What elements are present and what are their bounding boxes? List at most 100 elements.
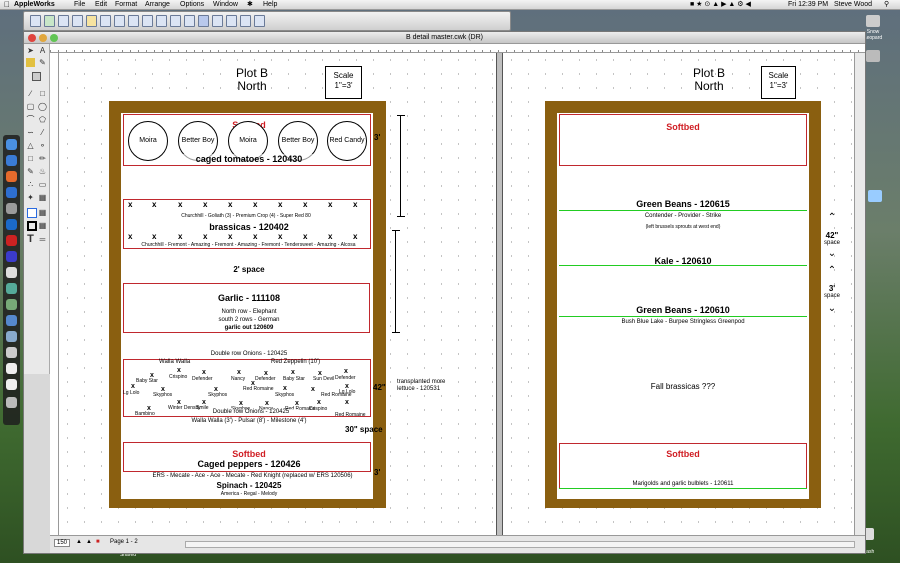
fill-color-icon[interactable] [27, 208, 37, 218]
polygon-tool-icon[interactable]: ⬠ [38, 115, 47, 124]
menu-window[interactable]: Window [213, 0, 238, 9]
clippings-icon[interactable] [240, 15, 251, 27]
appleworks-icon[interactable] [6, 251, 17, 262]
dimension-sub: space [823, 240, 840, 246]
spreadsheet-icon[interactable] [44, 15, 55, 27]
close-icon[interactable] [28, 34, 36, 42]
folder-icon[interactable] [868, 190, 882, 202]
rectangle-tool-icon[interactable]: □ [38, 89, 47, 98]
app-menu[interactable]: AppleWorks [14, 0, 55, 9]
drawing-area[interactable]: Plot B North Scale 1"=3' Softbed Moira B… [59, 53, 854, 535]
fill-pattern-icon[interactable]: ▦ [38, 208, 47, 217]
dimension-label: 42" [373, 383, 386, 392]
horizontal-ruler[interactable] [50, 44, 865, 53]
magic-wand-icon[interactable]: ✦ [26, 193, 35, 202]
eyedropper-tool-icon[interactable]: ⁄ [38, 128, 47, 137]
scale-box: Scale 1"=3' [325, 66, 362, 99]
database-icon[interactable] [212, 15, 223, 27]
paint-icon[interactable] [198, 15, 209, 27]
menu-user[interactable]: Steve Wood [834, 0, 872, 9]
zoom-out-icon[interactable]: ▲ [76, 539, 82, 545]
zoom-level[interactable]: 150 [54, 539, 71, 547]
vertical-scrollbar[interactable] [854, 53, 865, 535]
dimension-sub: space [823, 293, 840, 299]
script-menu-icon[interactable]: ✱ [247, 0, 253, 9]
app-icon-12[interactable] [6, 315, 17, 326]
new-document-icon[interactable] [30, 15, 41, 27]
firefox-icon[interactable] [6, 171, 17, 182]
menu-edit[interactable]: Edit [95, 0, 107, 9]
page-indicator[interactable]: Page 1 - 2 [110, 539, 138, 545]
import-icon[interactable] [86, 15, 97, 27]
apple-menu-icon[interactable]:  [4, 0, 10, 9]
spreadsheet-tool-icon[interactable] [26, 58, 35, 67]
spotlight-icon[interactable]: ⚲ [884, 0, 889, 9]
line-width-icon[interactable]: ═ [38, 235, 47, 244]
pencil-tool-icon[interactable]: ✎ [26, 167, 35, 176]
menu-options[interactable]: Options [180, 0, 204, 9]
line-tool-icon[interactable]: ∕ [26, 89, 35, 98]
paint-tool-icon[interactable]: ✎ [38, 58, 47, 67]
itunes-icon[interactable] [6, 267, 17, 278]
text-color-icon[interactable]: T [26, 234, 35, 245]
finder-icon[interactable] [6, 139, 17, 150]
brush-tool-icon[interactable]: ✏ [38, 154, 47, 163]
app-icon-13[interactable] [6, 331, 17, 342]
zoom-icon[interactable] [50, 34, 58, 42]
window-titlebar[interactable]: B detail master.cwk (DR) [24, 32, 865, 44]
horizontal-scrollbar[interactable] [185, 541, 855, 548]
eraser-tool-icon[interactable]: ▭ [38, 180, 47, 189]
triangle-tool-icon[interactable]: △ [26, 141, 35, 150]
app-icon-14[interactable] [6, 347, 17, 358]
vertical-ruler[interactable] [50, 53, 59, 535]
open-icon[interactable] [58, 15, 69, 27]
menu-help[interactable]: Help [263, 0, 277, 9]
bucket-tool-icon[interactable]: ♨ [38, 167, 47, 176]
save-icon[interactable] [72, 15, 83, 27]
email-icon[interactable] [170, 15, 181, 27]
app-icon-10[interactable] [6, 283, 17, 294]
documents-stack-icon[interactable] [6, 363, 17, 374]
disk-icon[interactable] [866, 50, 880, 62]
freehand-tool-icon[interactable]: ∽ [26, 128, 35, 137]
pen-color-icon[interactable] [27, 221, 37, 231]
selection-tool-icon[interactable] [32, 72, 41, 81]
hard-drive-icon[interactable] [866, 15, 880, 27]
minimize-icon[interactable] [39, 34, 47, 42]
menu-format[interactable]: Format [115, 0, 137, 9]
oval-tool-icon[interactable]: ◯ [38, 102, 47, 111]
print-icon[interactable] [100, 15, 111, 27]
pen-pattern-icon[interactable]: ▦ [38, 221, 47, 230]
marquee-tool-icon[interactable]: □ [26, 154, 35, 163]
spray-tool-icon[interactable]: ∴ [26, 180, 35, 189]
help-icon[interactable] [254, 15, 265, 27]
safari-icon[interactable] [6, 155, 17, 166]
photoshop-icon[interactable] [6, 219, 17, 230]
menu-bar:  AppleWorks File Edit Format Arrange Op… [0, 0, 900, 10]
mail-icon[interactable] [6, 187, 17, 198]
arrow-tool-icon[interactable]: ➤ [26, 46, 35, 55]
preview-icon[interactable] [6, 203, 17, 214]
zoom-in-icon[interactable]: ▲ [86, 539, 92, 545]
rounded-rect-tool-icon[interactable]: ▢ [26, 102, 35, 111]
cut-icon[interactable] [128, 15, 139, 27]
paste-icon[interactable] [156, 15, 167, 27]
undo-icon[interactable] [114, 15, 125, 27]
onions-double-label: Double row Onions - 120425 [203, 409, 299, 415]
marigolds-label: Marigolds and garlic bulblets - 120611 [632, 481, 734, 487]
arc-tool-icon[interactable]: ⌒ [26, 115, 35, 124]
menu-clock[interactable]: Fri 12:39 PM [788, 0, 828, 9]
dock-trash-icon[interactable] [6, 397, 17, 408]
app-icon-11[interactable] [6, 299, 17, 310]
menu-file[interactable]: File [74, 0, 85, 9]
menu-arrange[interactable]: Arrange [145, 0, 170, 9]
lasso-tool-icon[interactable]: ⚬ [38, 141, 47, 150]
measurement-bracket [397, 115, 405, 217]
copy-icon[interactable] [142, 15, 153, 27]
grid-tool-icon[interactable]: ▦ [38, 193, 47, 202]
downloads-stack-icon[interactable] [6, 379, 17, 390]
graphics-icon[interactable] [184, 15, 195, 27]
presentation-icon[interactable] [226, 15, 237, 27]
acrobat-icon[interactable] [6, 235, 17, 246]
text-tool-icon[interactable]: A [38, 46, 47, 55]
